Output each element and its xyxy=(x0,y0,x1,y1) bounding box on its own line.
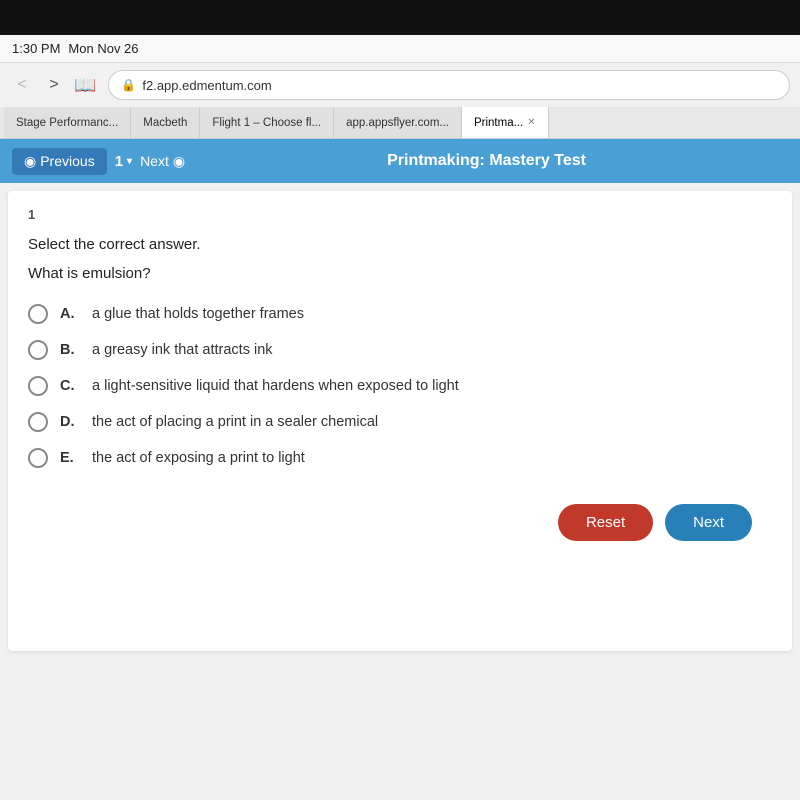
device: 1:30 PM Mon Nov 26 < > 📖 🔒 f2.app.edment… xyxy=(0,0,800,800)
choice-label-d: D. xyxy=(60,414,80,430)
tab-printmaking[interactable]: Printma... ✕ xyxy=(462,107,549,138)
book-icon[interactable]: 📖 xyxy=(74,75,96,96)
tab-appsflyer[interactable]: app.appsflyer.com... xyxy=(334,107,462,138)
choice-label-e: E. xyxy=(60,450,80,466)
question-number-selector[interactable]: 1 ▾ xyxy=(115,153,132,170)
status-time: 1:30 PM xyxy=(12,41,60,56)
choice-label-a: A. xyxy=(60,306,80,322)
reset-button[interactable]: Reset xyxy=(558,504,653,541)
choices-list: A. a glue that holds together frames B. … xyxy=(28,304,772,468)
choice-text-d: the act of placing a print in a sealer c… xyxy=(92,414,378,430)
content-area: 1 Select the correct answer. What is emu… xyxy=(8,191,792,651)
tab-stage[interactable]: Stage Performanc... xyxy=(4,107,131,138)
browser-chrome: < > 📖 🔒 f2.app.edmentum.com Stage Perfor… xyxy=(0,63,800,139)
tabs-bar: Stage Performanc... Macbeth Flight 1 – C… xyxy=(0,107,800,139)
next-button-main[interactable]: Next xyxy=(665,504,752,541)
radio-d[interactable] xyxy=(28,412,48,432)
device-top-bar xyxy=(0,0,800,35)
address-bar[interactable]: 🔒 f2.app.edmentum.com xyxy=(108,70,790,100)
choice-label-b: B. xyxy=(60,342,80,358)
choice-text-e: the act of exposing a print to light xyxy=(92,450,305,466)
previous-button[interactable]: ◉ Previous xyxy=(12,148,107,175)
choice-c[interactable]: C. a light-sensitive liquid that hardens… xyxy=(28,376,772,396)
choice-a[interactable]: A. a glue that holds together frames xyxy=(28,304,772,324)
lock-icon: 🔒 xyxy=(121,78,136,92)
instruction-text: Select the correct answer. xyxy=(28,236,772,253)
question-text: What is emulsion? xyxy=(28,265,772,282)
browser-nav: < > 📖 🔒 f2.app.edmentum.com xyxy=(0,63,800,107)
radio-c[interactable] xyxy=(28,376,48,396)
dropdown-arrow-icon: ▾ xyxy=(127,156,132,167)
status-date: Mon Nov 26 xyxy=(68,41,138,56)
nav-next-button[interactable]: Next ◉ xyxy=(140,153,185,170)
tab-close-icon[interactable]: ✕ xyxy=(527,117,535,128)
status-bar: 1:30 PM Mon Nov 26 xyxy=(0,35,800,63)
choice-label-c: C. xyxy=(60,378,80,394)
prev-circle-icon: ◉ xyxy=(24,153,36,170)
choice-text-a: a glue that holds together frames xyxy=(92,306,304,322)
choice-text-c: a light-sensitive liquid that hardens wh… xyxy=(92,378,459,394)
radio-e[interactable] xyxy=(28,448,48,468)
tab-flight[interactable]: Flight 1 – Choose fl... xyxy=(200,107,334,138)
back-button[interactable]: < xyxy=(10,73,34,97)
forward-button[interactable]: > xyxy=(42,73,66,97)
quiz-nav-left: ◉ Previous 1 ▾ Next ◉ xyxy=(12,148,185,175)
choice-b[interactable]: B. a greasy ink that attracts ink xyxy=(28,340,772,360)
radio-b[interactable] xyxy=(28,340,48,360)
next-circle-icon: ◉ xyxy=(173,153,185,170)
quiz-title: Printmaking: Mastery Test xyxy=(185,152,788,170)
tab-macbeth[interactable]: Macbeth xyxy=(131,107,200,138)
choice-text-b: a greasy ink that attracts ink xyxy=(92,342,273,358)
action-bar: Reset Next xyxy=(28,488,772,557)
radio-a[interactable] xyxy=(28,304,48,324)
choice-d[interactable]: D. the act of placing a print in a seale… xyxy=(28,412,772,432)
url-text: f2.app.edmentum.com xyxy=(142,78,271,93)
question-number-badge: 1 xyxy=(28,207,772,222)
choice-e[interactable]: E. the act of exposing a print to light xyxy=(28,448,772,468)
quiz-nav-bar: ◉ Previous 1 ▾ Next ◉ Printmaking: Maste… xyxy=(0,139,800,183)
